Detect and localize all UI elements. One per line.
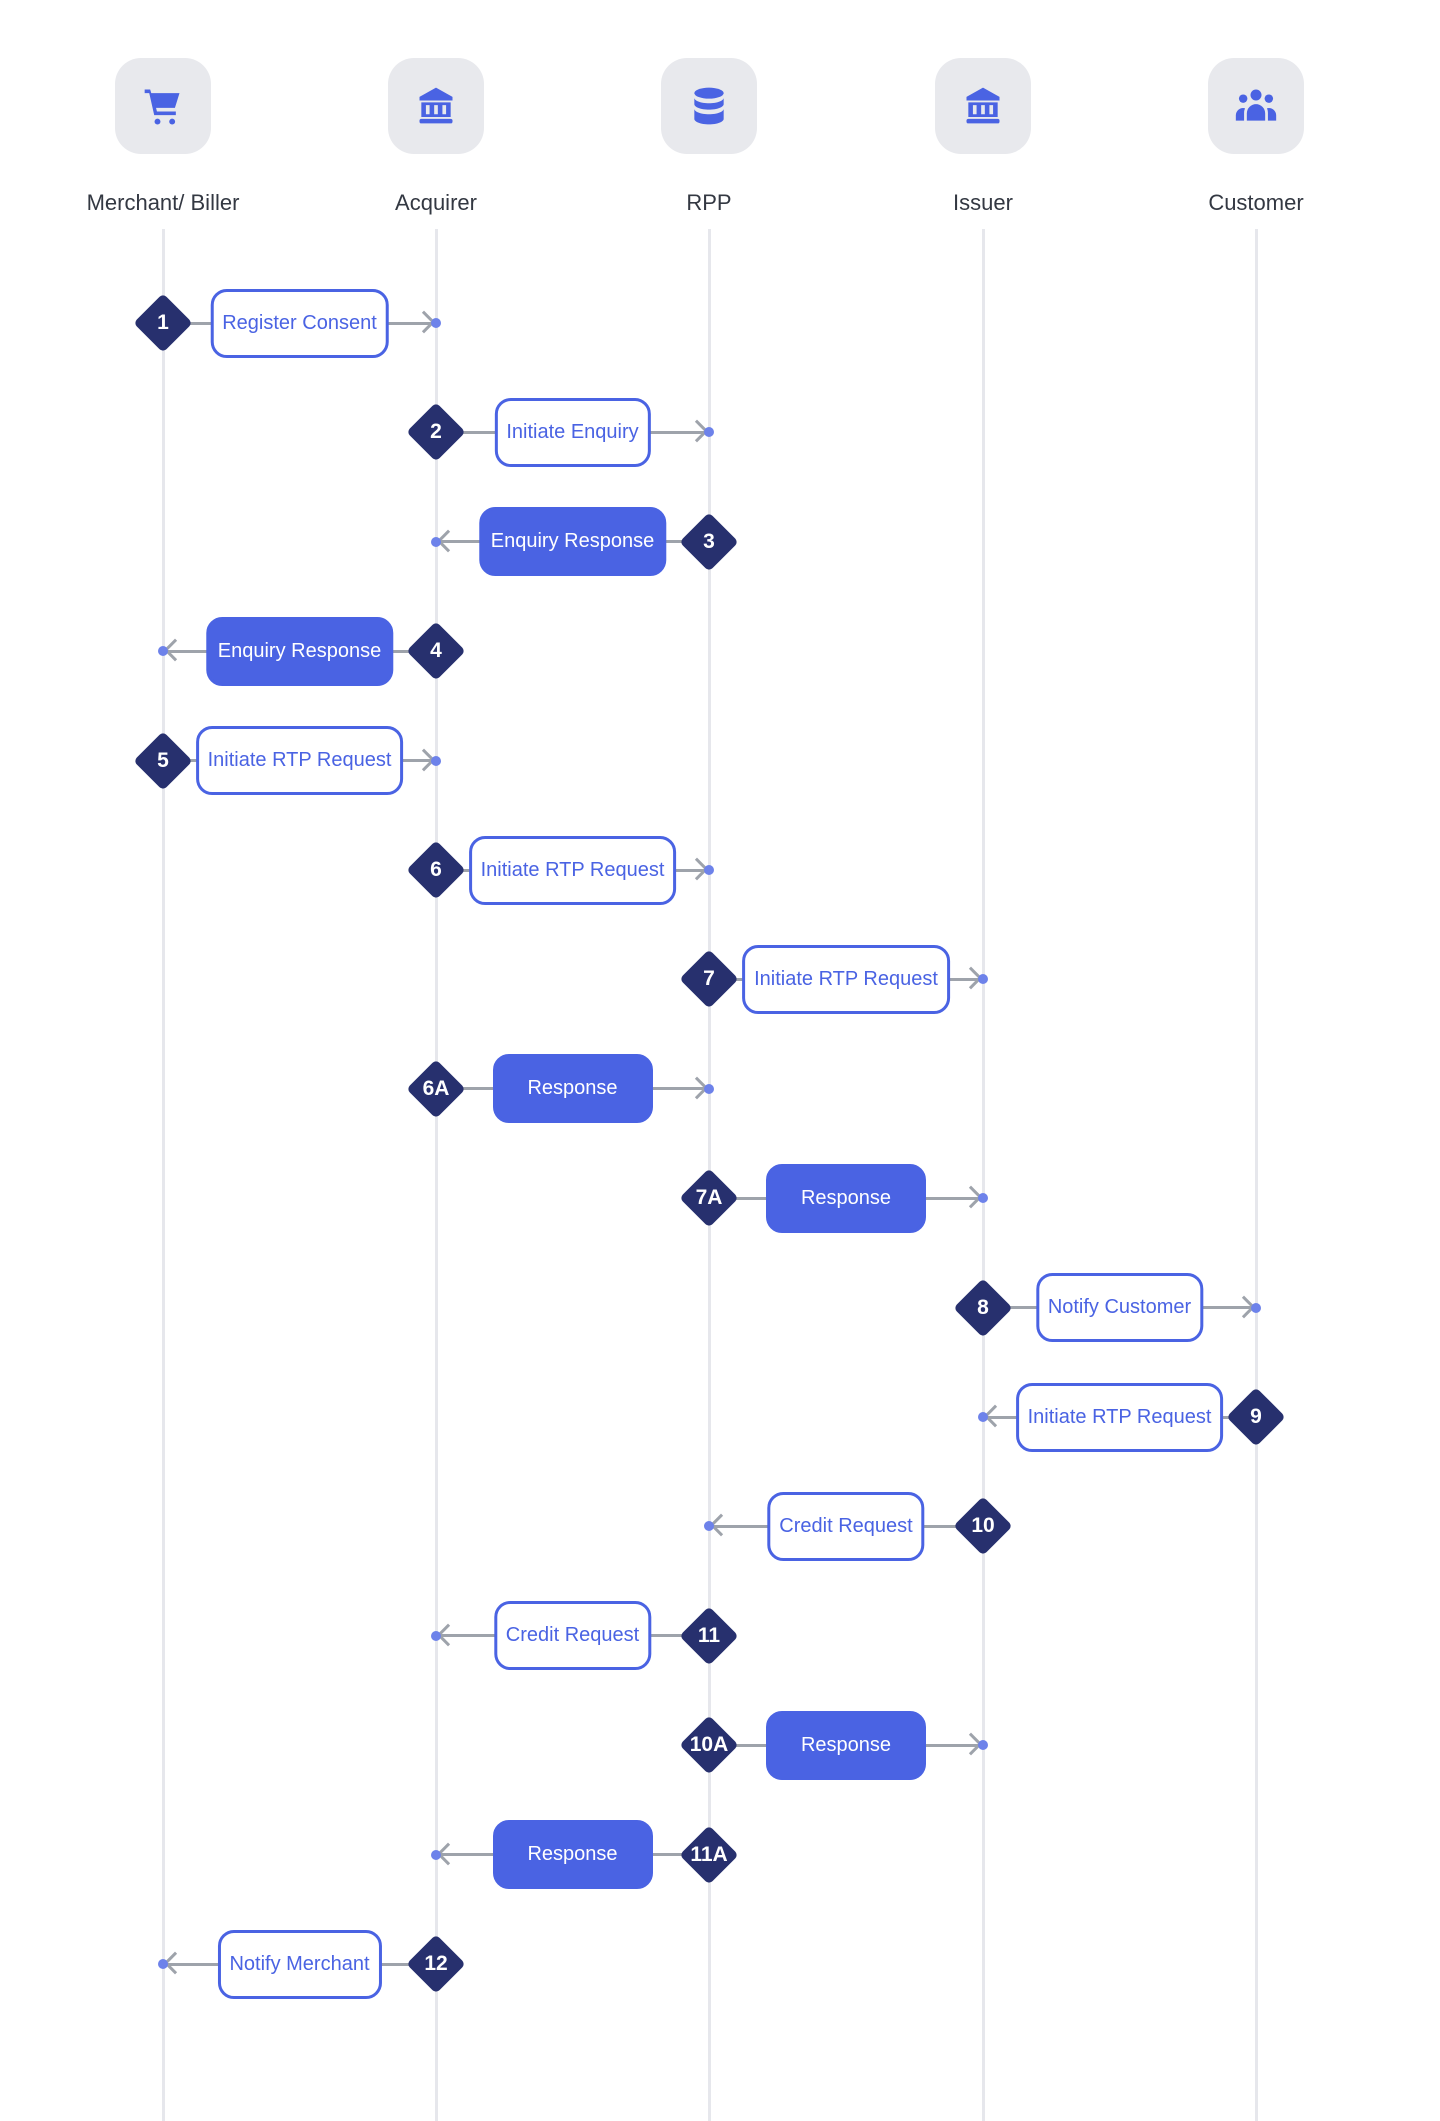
step-number: 2 xyxy=(430,420,442,444)
actor-label: Acquirer xyxy=(395,190,477,215)
step-message-12[interactable]: Notify Merchant xyxy=(217,1929,382,1999)
step-message-9[interactable]: Initiate RTP Request xyxy=(1015,1382,1224,1452)
bank-icon xyxy=(935,58,1031,154)
shopping-cart-icon xyxy=(115,58,211,154)
endpoint-dot xyxy=(431,1630,441,1641)
lifeline xyxy=(161,229,165,2121)
step-number: 7 xyxy=(703,967,715,991)
bank-icon xyxy=(388,58,484,154)
endpoint-dot xyxy=(431,755,441,766)
step-message-5[interactable]: Initiate RTP Request xyxy=(195,726,404,796)
endpoint-dot xyxy=(158,1959,168,1969)
step-number: 11 xyxy=(697,1623,721,1647)
endpoint-dot xyxy=(978,1412,988,1422)
step-message-8[interactable]: Notify Customer xyxy=(1035,1273,1204,1343)
endpoint-dot xyxy=(431,536,441,547)
actor: RPP xyxy=(609,58,809,216)
step-number: 10A xyxy=(689,1733,729,1757)
step-message-11a[interactable]: Response xyxy=(492,1820,653,1890)
endpoint-dot xyxy=(704,865,714,875)
step-message-3[interactable]: Enquiry Response xyxy=(478,507,667,577)
step-message-1[interactable]: Register Consent xyxy=(210,288,389,358)
step-number: 4 xyxy=(430,639,442,663)
step-message-7[interactable]: Initiate RTP Request xyxy=(742,944,950,1014)
step-number: 11A xyxy=(690,1842,728,1866)
step-number: 7A xyxy=(695,1186,723,1210)
step-message-4[interactable]: Enquiry Response xyxy=(205,616,394,686)
step-number: 1 xyxy=(157,311,169,334)
actor-label: Customer xyxy=(1208,190,1304,215)
actor-label: RPP xyxy=(686,190,732,215)
database-icon xyxy=(661,58,757,154)
step-message-2[interactable]: Initiate Enquiry xyxy=(494,397,651,467)
step-message-7a[interactable]: Response xyxy=(766,1163,926,1233)
endpoint-dot xyxy=(431,318,441,328)
endpoint-dot xyxy=(978,1740,988,1751)
step-message-11[interactable]: Credit Request xyxy=(493,1601,652,1671)
actor: Acquirer xyxy=(336,58,536,216)
endpoint-dot xyxy=(978,974,988,985)
step-number: 3 xyxy=(703,529,715,553)
actor-label: Issuer xyxy=(953,190,1013,215)
step-number: 12 xyxy=(424,1952,448,1975)
endpoint-dot xyxy=(704,427,714,438)
users-icon xyxy=(1208,58,1304,154)
lifeline xyxy=(434,229,438,2121)
endpoint-dot xyxy=(978,1193,988,1204)
endpoint-dot xyxy=(1251,1302,1261,1313)
step-number: 5 xyxy=(157,748,169,772)
step-message-10a[interactable]: Response xyxy=(766,1710,926,1780)
lifeline xyxy=(981,229,985,2121)
actor-label: Merchant/ Biller xyxy=(86,190,240,215)
actor: Merchant/ Biller xyxy=(63,58,263,216)
step-message-6a[interactable]: Response xyxy=(492,1054,653,1124)
step-message-6[interactable]: Initiate RTP Request xyxy=(468,835,677,905)
endpoint-dot xyxy=(704,1521,714,1532)
step-number: 6 xyxy=(430,858,442,881)
step-message-10[interactable]: Credit Request xyxy=(767,1491,925,1561)
actor: Customer xyxy=(1156,58,1356,216)
actor: Issuer xyxy=(883,58,1083,216)
step-number: 9 xyxy=(1250,1405,1262,1428)
step-number: 10 xyxy=(971,1514,995,1538)
step-number: 6A xyxy=(422,1076,450,1100)
step-number: 8 xyxy=(977,1295,989,1319)
endpoint-dot xyxy=(431,1849,441,1860)
lifeline xyxy=(1254,229,1258,2121)
endpoint-dot xyxy=(704,1083,714,1094)
endpoint-dot xyxy=(158,646,168,657)
